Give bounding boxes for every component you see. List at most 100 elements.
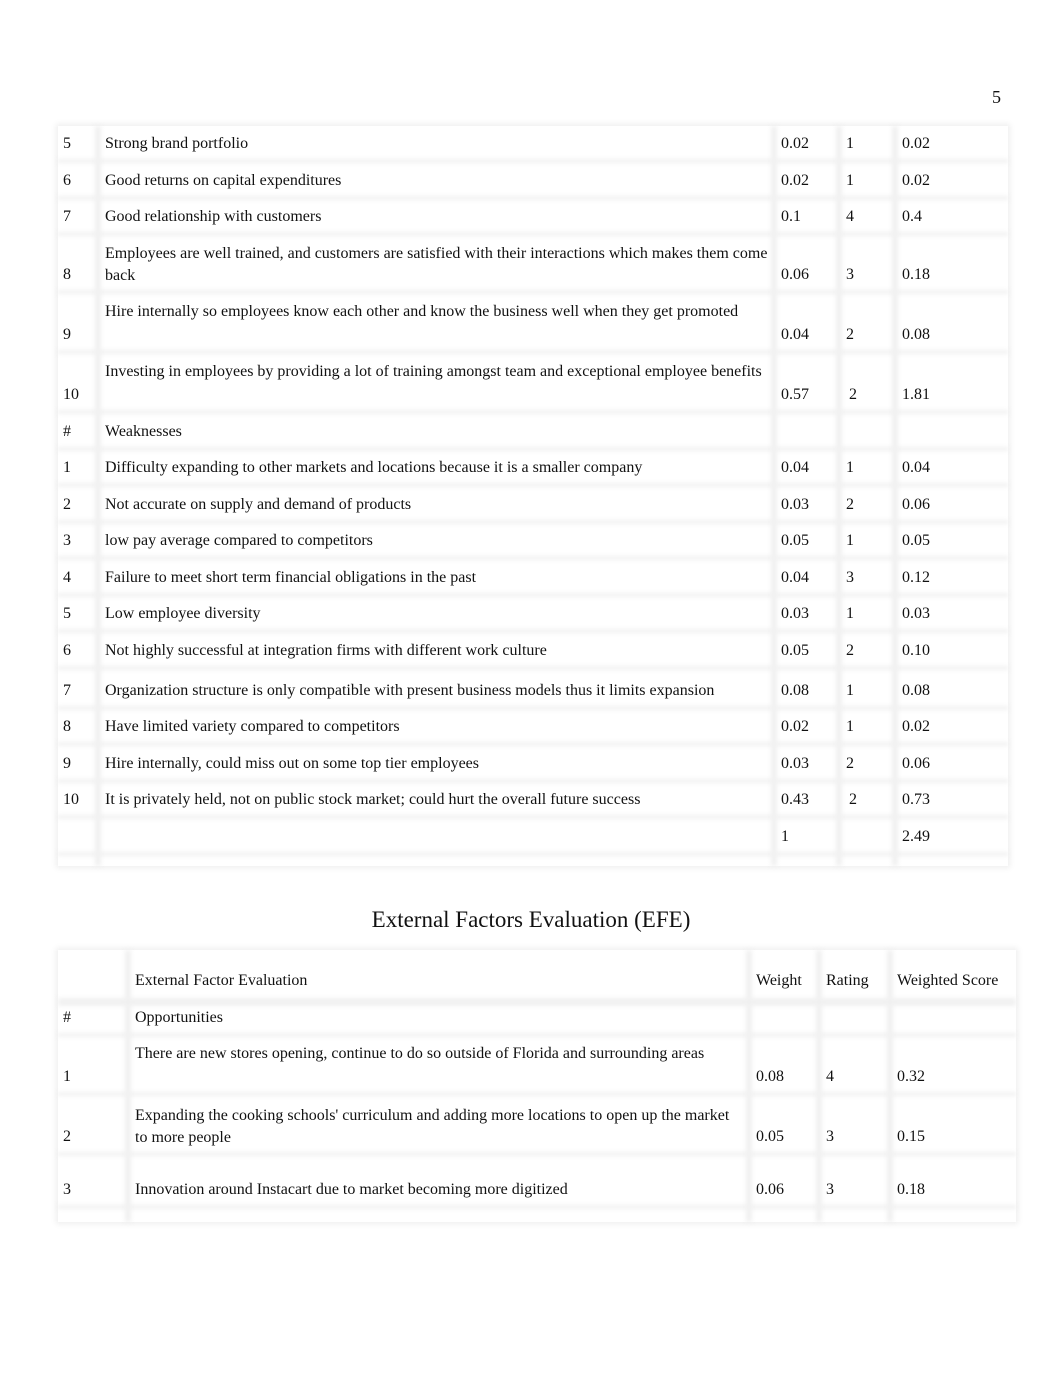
cell-score: 0.18 bbox=[902, 266, 930, 283]
row-divider bbox=[58, 1205, 1016, 1209]
cell-num: 3 bbox=[63, 1181, 71, 1198]
cell-score: 0.18 bbox=[897, 1181, 925, 1198]
row-divider bbox=[58, 196, 1008, 200]
cell-num: 6 bbox=[63, 172, 71, 189]
cell-rating: 2 bbox=[846, 755, 854, 772]
cell-score: 2.49 bbox=[902, 828, 930, 845]
header-divider bbox=[58, 998, 1016, 1006]
row-divider bbox=[58, 706, 1008, 710]
cell-weight: 0.03 bbox=[781, 496, 809, 513]
cell-score: 0.06 bbox=[902, 496, 930, 513]
row-divider bbox=[58, 742, 1008, 746]
column-divider bbox=[836, 126, 842, 866]
row-divider bbox=[58, 1033, 1016, 1037]
cell-rating: 1 bbox=[846, 135, 854, 152]
cell-score: 0.15 bbox=[897, 1128, 925, 1145]
cell-num: 7 bbox=[63, 208, 71, 225]
row-divider bbox=[58, 593, 1008, 597]
cell-score: 0.02 bbox=[902, 172, 930, 189]
cell-text: It is privately held, not on public stoc… bbox=[105, 791, 641, 808]
cell-num: 5 bbox=[63, 135, 71, 152]
cell-text: Hire internally so employees know each o… bbox=[105, 303, 739, 320]
column-divider bbox=[887, 950, 893, 1222]
header-weight: Weight bbox=[756, 972, 802, 989]
row-divider bbox=[58, 852, 1008, 856]
cell-text: Employees are well trained, and customer… bbox=[105, 245, 768, 284]
cell-rating: 2 bbox=[849, 791, 857, 808]
cell-text: Good relationship with customers bbox=[105, 208, 322, 225]
cell-text: Not accurate on supply and demand of pro… bbox=[105, 496, 412, 513]
cell-rating: 4 bbox=[826, 1068, 834, 1085]
cell-rating: 2 bbox=[846, 642, 854, 659]
cell-text: Organization structure is only compatibl… bbox=[105, 682, 715, 699]
cell-num: 6 bbox=[63, 642, 71, 659]
cell-weight: 0.03 bbox=[781, 755, 809, 772]
cell-rating: 1 bbox=[846, 682, 854, 699]
cell-score: 0.06 bbox=[902, 755, 930, 772]
cell-rating: 2 bbox=[849, 386, 857, 403]
cell-num: 10 bbox=[63, 386, 79, 403]
row-divider bbox=[58, 290, 1008, 294]
row-divider bbox=[58, 483, 1008, 487]
cell-num: 5 bbox=[63, 605, 71, 622]
cell-score: 0.02 bbox=[902, 718, 930, 735]
cell-text: low pay average compared to competitors bbox=[105, 532, 373, 549]
cell-num: 1 bbox=[63, 1068, 71, 1085]
cell-num: # bbox=[63, 423, 71, 440]
row-divider bbox=[58, 159, 1008, 163]
row-divider bbox=[58, 815, 1008, 819]
column-divider bbox=[771, 126, 777, 866]
cell-num: 4 bbox=[63, 569, 71, 586]
cell-rating: 3 bbox=[826, 1181, 834, 1198]
cell-weight: 0.04 bbox=[781, 569, 809, 586]
cell-text: Difficulty expanding to other markets an… bbox=[105, 459, 643, 476]
cell-text: Expanding the cooking schools' curriculu… bbox=[135, 1107, 730, 1146]
cell-weight: 0.05 bbox=[781, 642, 809, 659]
cell-weight: 0.04 bbox=[781, 326, 809, 343]
cell-score: 1.81 bbox=[902, 386, 930, 403]
cell-text: There are new stores opening, continue t… bbox=[135, 1045, 705, 1062]
cell-num: # bbox=[63, 1009, 71, 1026]
efe-title: External Factors Evaluation (EFE) bbox=[371, 907, 691, 932]
header-score: Weighted Score bbox=[897, 972, 999, 989]
cell-num: 7 bbox=[63, 682, 71, 699]
cell-score: 0.02 bbox=[902, 135, 930, 152]
cell-weight: 0.1 bbox=[781, 208, 801, 225]
cell-rating: 1 bbox=[846, 605, 854, 622]
row-divider bbox=[58, 350, 1008, 354]
cell-weight: 0.03 bbox=[781, 605, 809, 622]
cell-text: Weaknesses bbox=[105, 423, 182, 440]
cell-weight: 0.02 bbox=[781, 718, 809, 735]
cell-rating: 3 bbox=[846, 266, 854, 283]
cell-rating: 3 bbox=[826, 1128, 834, 1145]
row-divider bbox=[58, 520, 1008, 524]
cell-text: Opportunities bbox=[135, 1009, 223, 1026]
cell-rating: 1 bbox=[846, 532, 854, 549]
cell-text: Not highly successful at integration fir… bbox=[105, 642, 547, 659]
header-text: External Factor Evaluation bbox=[135, 972, 308, 989]
cell-rating: 2 bbox=[846, 496, 854, 513]
cell-score: 0.08 bbox=[902, 682, 930, 699]
cell-text: Good returns on capital expenditures bbox=[105, 172, 342, 189]
row-divider bbox=[58, 232, 1008, 236]
cell-num: 2 bbox=[63, 496, 71, 513]
cell-weight: 0.06 bbox=[756, 1181, 784, 1198]
cell-rating: 2 bbox=[846, 326, 854, 343]
cell-text: Have limited variety compared to competi… bbox=[105, 718, 400, 735]
cell-num: 9 bbox=[63, 755, 71, 772]
efe-table: External Factor Evaluation Weight Rating We… bbox=[58, 950, 1016, 1222]
column-divider bbox=[746, 950, 752, 1222]
header-rating: Rating bbox=[826, 972, 869, 989]
cell-weight: 0.08 bbox=[756, 1068, 784, 1085]
cell-score: 0.10 bbox=[902, 642, 930, 659]
cell-text: Strong brand portfolio bbox=[105, 135, 249, 152]
cell-weight: 0.06 bbox=[781, 266, 809, 283]
cell-rating: 4 bbox=[846, 208, 854, 225]
cell-weight: 0.02 bbox=[781, 135, 809, 152]
cell-weight: 0.04 bbox=[781, 459, 809, 476]
cell-rating: 1 bbox=[846, 718, 854, 735]
cell-text: Hire internally, could miss out on some … bbox=[105, 755, 479, 772]
cell-score: 0.73 bbox=[902, 791, 930, 808]
cell-score: 0.05 bbox=[902, 532, 930, 549]
column-divider bbox=[125, 950, 131, 1222]
